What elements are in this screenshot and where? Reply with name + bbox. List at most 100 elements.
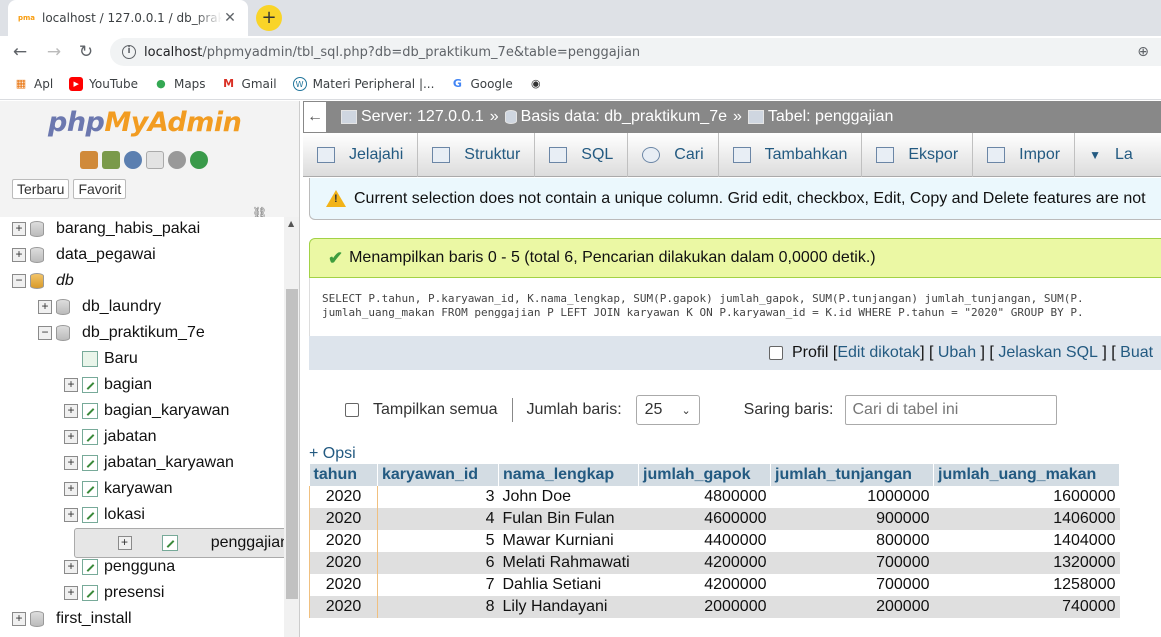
tab-import[interactable]: Impor: [973, 133, 1076, 177]
column-header-nama-lengkap[interactable]: nama_lengkap: [498, 464, 639, 486]
expand-icon[interactable]: +: [64, 430, 78, 444]
column-header-karyawan-id[interactable]: karyawan_id: [377, 464, 499, 486]
tree-item-label: db_laundry: [82, 298, 162, 315]
tree-item-presensi[interactable]: + presensi: [0, 580, 284, 606]
browser-tab[interactable]: pma localhost / 127.0.0.1 / db_praktikum…: [8, 0, 248, 36]
edit-link[interactable]: Ubah: [938, 344, 976, 362]
database-tree: + barang_habis_pakai + data_pegawai − db + db_l…: [0, 217, 284, 637]
table-cell-jumlah-gapok: 4800000: [638, 486, 771, 508]
table-row: 2020 3 John Doe 4800000 1000000 1600000: [309, 486, 1120, 508]
logout-icon[interactable]: [102, 151, 120, 169]
column-header-tahun[interactable]: tahun: [309, 464, 378, 486]
tab-favorite[interactable]: Favorit: [73, 179, 127, 199]
browser-toolbar: ← → ↻ i localhost/phpmyadmin/tbl_sql.php…: [0, 36, 1161, 68]
tree-item-first-install[interactable]: + first_install: [0, 606, 284, 632]
database-icon: [30, 247, 44, 263]
table-icon: [82, 455, 98, 471]
edit-inline-link[interactable]: Edit dikotak: [837, 344, 920, 362]
collapse-icon[interactable]: −: [12, 274, 26, 288]
docs-icon[interactable]: [146, 151, 164, 169]
tab-export[interactable]: Ekspor: [862, 133, 974, 177]
bookmark-maps[interactable]: ● Maps: [154, 77, 205, 91]
bookmark-apps[interactable]: ▦ Apl: [14, 77, 53, 91]
tree-item-db-praktikum-7e[interactable]: − db_praktikum_7e: [0, 320, 284, 346]
tree-item-db[interactable]: − db: [0, 268, 284, 294]
expand-icon[interactable]: +: [38, 300, 52, 314]
bookmark-globe[interactable]: ◉: [529, 77, 549, 91]
scroll-up-icon[interactable]: ▲: [288, 219, 294, 228]
column-header-jumlah-gapok[interactable]: jumlah_gapok: [638, 464, 771, 486]
tree-item-bagian[interactable]: + bagian: [0, 372, 284, 398]
phpmyadmin-logo[interactable]: phpMyAdmin: [48, 107, 242, 138]
breadcrumb-database[interactable]: Basis data: db_praktikum_7e: [521, 108, 727, 126]
tree-item-db-laundry[interactable]: + db_laundry: [0, 294, 284, 320]
tab-structure[interactable]: Struktur: [418, 133, 536, 177]
address-bar[interactable]: i localhost/phpmyadmin/tbl_sql.php?db=db…: [110, 38, 1161, 66]
bookmark-materi[interactable]: W Materi Peripheral |...: [292, 76, 434, 91]
bookmark-google[interactable]: G Google: [450, 77, 513, 91]
expand-icon[interactable]: +: [12, 612, 26, 626]
profile-checkbox[interactable]: [769, 346, 783, 360]
options-toggle[interactable]: + Opsi: [309, 445, 356, 463]
filter-input[interactable]: Cari di tabel ini: [845, 395, 1058, 425]
expand-icon[interactable]: +: [12, 222, 26, 236]
expand-icon[interactable]: +: [64, 586, 78, 600]
tree-item-jabatan-karyawan[interactable]: + jabatan_karyawan: [0, 450, 284, 476]
gear-icon[interactable]: [168, 151, 186, 169]
collapse-icon[interactable]: −: [38, 326, 52, 340]
tree-item-data-pegawai[interactable]: + data_pegawai: [0, 242, 284, 268]
back-arrow-icon[interactable]: ←: [8, 40, 32, 64]
forward-arrow-icon[interactable]: →: [42, 40, 66, 64]
structure-icon: [432, 147, 451, 163]
home-icon[interactable]: [80, 151, 98, 169]
zoom-icon[interactable]: ⊕: [1137, 44, 1149, 60]
collapse-nav-icon[interactable]: ←: [303, 101, 327, 133]
column-header-jumlah-tunjangan[interactable]: jumlah_tunjangan: [770, 464, 934, 486]
tab-search[interactable]: Cari: [628, 133, 719, 177]
create-php-link[interactable]: Buat: [1120, 344, 1153, 362]
warning-notice: ! Current selection does not contain a u…: [309, 178, 1161, 220]
expand-icon[interactable]: +: [64, 456, 78, 470]
warning-text: Current selection does not contain a uni…: [354, 189, 1146, 207]
table-cell-jumlah-uang-makan: 1258000: [933, 574, 1120, 596]
database-icon: [56, 299, 70, 315]
table-menu: Jelajahi Struktur SQL Cari Tambahkan Eks…: [303, 133, 1161, 177]
tree-item-label: penggajian: [210, 534, 284, 551]
show-all-checkbox[interactable]: [345, 403, 359, 417]
tab-sql[interactable]: SQL: [535, 133, 629, 177]
tree-item-pengguna[interactable]: + pengguna: [0, 554, 284, 580]
tree-item-barang-habis-pakai[interactable]: + barang_habis_pakai: [0, 217, 284, 242]
expand-icon[interactable]: +: [117, 536, 132, 550]
rows-select[interactable]: 25 ⌄: [635, 395, 700, 425]
reload-icon[interactable]: ↻: [74, 40, 98, 64]
new-tab-button[interactable]: +: [256, 5, 282, 31]
column-header-jumlah-uang-makan[interactable]: jumlah_uang_makan: [933, 464, 1120, 486]
tab-insert[interactable]: Tambahkan: [719, 133, 863, 177]
breadcrumb-table[interactable]: Tabel: penggajian: [768, 108, 893, 126]
tree-item-jabatan[interactable]: + jabatan: [0, 424, 284, 450]
scrollbar-thumb[interactable]: [286, 289, 298, 599]
breadcrumb: ← Server: 127.0.0.1 » Basis data: db_pra…: [303, 101, 1161, 133]
breadcrumb-server[interactable]: Server: 127.0.0.1: [361, 108, 484, 126]
expand-icon[interactable]: +: [64, 378, 78, 392]
bookmark-gmail[interactable]: M Gmail: [222, 77, 277, 91]
tab-more[interactable]: ▼ La: [1075, 133, 1147, 177]
expand-icon[interactable]: +: [64, 404, 78, 418]
site-info-icon[interactable]: i: [122, 45, 136, 59]
expand-icon[interactable]: +: [12, 248, 26, 262]
expand-icon[interactable]: +: [64, 508, 78, 522]
tree-scrollbar[interactable]: ▲: [284, 217, 299, 637]
expand-icon[interactable]: +: [64, 482, 78, 496]
refresh-icon[interactable]: [190, 151, 208, 169]
tab-recent[interactable]: Terbaru: [12, 179, 70, 199]
tree-item-lokasi[interactable]: + lokasi: [0, 502, 284, 528]
explain-sql-link[interactable]: Jelaskan SQL: [998, 344, 1098, 362]
tree-item-baru[interactable]: Baru: [0, 346, 284, 372]
tree-item-karyawan[interactable]: + karyawan: [0, 476, 284, 502]
expand-icon[interactable]: +: [64, 560, 78, 574]
close-tab-icon[interactable]: ✕: [222, 10, 238, 26]
tab-browse[interactable]: Jelajahi: [303, 133, 419, 177]
help-icon[interactable]: [124, 151, 142, 169]
tree-item-bagian-karyawan[interactable]: + bagian_karyawan: [0, 398, 284, 424]
bookmark-youtube[interactable]: ▶ YouTube: [69, 76, 138, 91]
